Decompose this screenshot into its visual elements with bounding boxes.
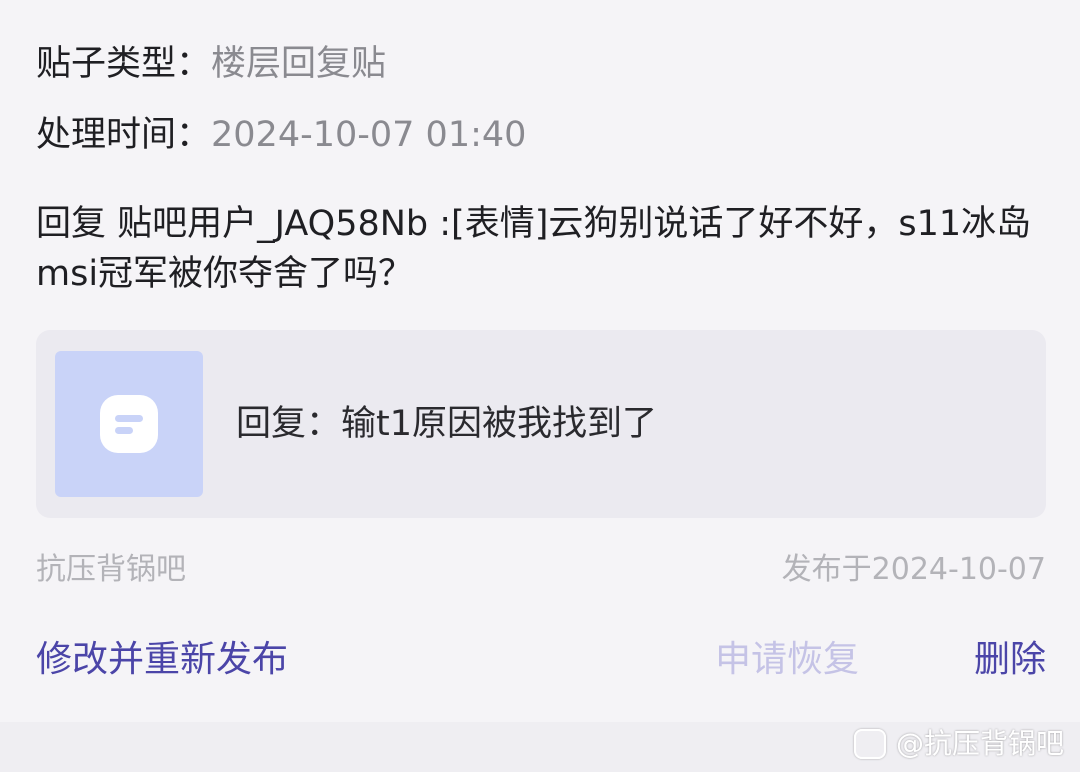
process-time-label: 处理时间：: [36, 115, 212, 155]
publish-date: 发布于2024-10-07: [781, 552, 1046, 587]
watermark: @抗压背锅吧: [853, 726, 1064, 762]
quoted-post-card[interactable]: 回复：输t1原因被我找到了: [36, 330, 1046, 518]
post-type-label: 贴子类型：: [36, 44, 212, 84]
quoted-post-thumbnail: [55, 351, 203, 497]
edit-republish-button[interactable]: 修改并重新发布: [36, 637, 288, 683]
quoted-post-title: 回复：输t1原因被我找到了: [236, 404, 657, 444]
tieba-post-icon: [100, 395, 158, 453]
post-type-row: 贴子类型：楼层回复贴: [36, 42, 386, 86]
reply-content: 回复 贴吧用户_JAQ58Nb :[表情]云狗别说话了好不好，s11冰岛msi冠…: [36, 204, 1032, 294]
process-time-value: 2024-10-07 01:40: [211, 115, 527, 155]
forum-name[interactable]: 抗压背锅吧: [36, 550, 186, 590]
weibo-logo-icon: [853, 729, 886, 759]
post-type-value: 楼层回复贴: [211, 44, 387, 84]
watermark-text: @抗压背锅吧: [895, 727, 1064, 760]
delete-button[interactable]: 删除: [974, 637, 1046, 683]
request-restore-button[interactable]: 申请恢复: [715, 637, 859, 683]
process-time-row: 处理时间：2024-10-07 01:40: [36, 113, 526, 157]
